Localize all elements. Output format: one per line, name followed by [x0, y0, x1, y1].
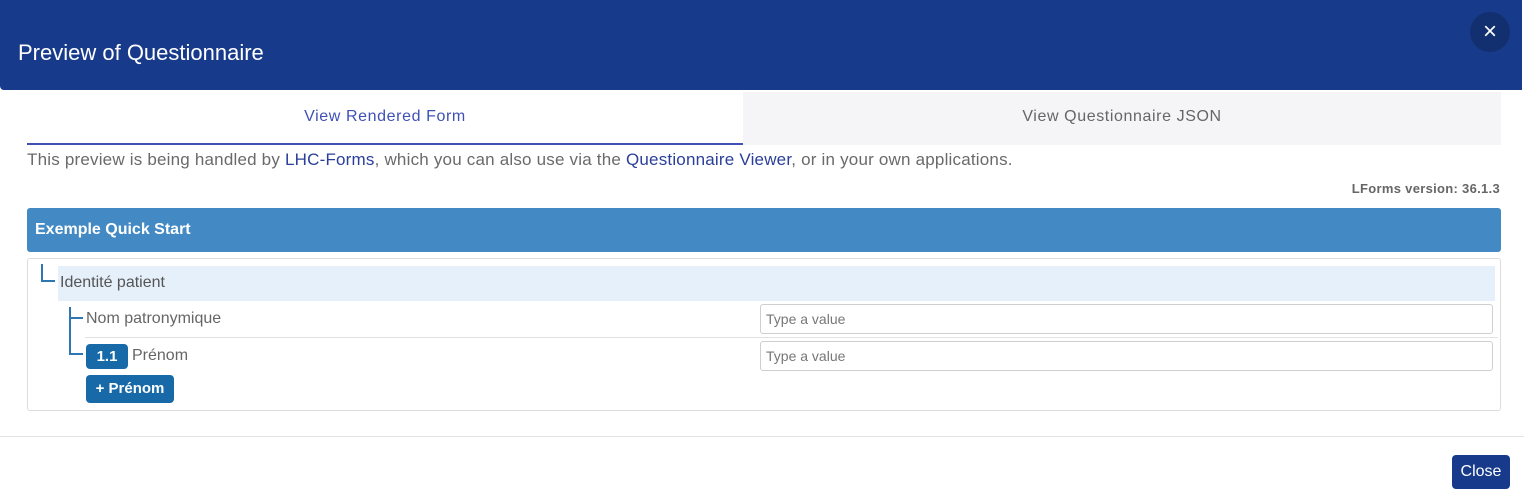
close-icon[interactable]: × — [1470, 12, 1510, 52]
dialog-header: Preview of Questionnaire × — [0, 0, 1522, 90]
tree-line-items-vertical — [69, 307, 71, 354]
group-label: Identité patient — [60, 274, 165, 291]
tree-line-item1-horizontal — [69, 317, 83, 319]
form-body: Identité patient Nom patronymique 1.1 Pr… — [27, 258, 1501, 411]
form-title: Exemple Quick Start — [35, 221, 191, 238]
prenom-input[interactable] — [760, 341, 1493, 371]
lhc-forms-link[interactable]: LHC-Forms — [285, 150, 375, 169]
lforms-version: LForms version: 36.1.3 — [1351, 181, 1500, 196]
form-title-bar: Exemple Quick Start — [27, 208, 1501, 252]
nom-patronymique-input[interactable] — [760, 304, 1493, 334]
tree-line-group-horizontal — [41, 280, 55, 282]
group-row-identite-patient — [58, 266, 1495, 301]
preview-info-text: This preview is being handled by LHC-For… — [27, 150, 1013, 170]
tab-view-rendered-form[interactable]: View Rendered Form — [27, 92, 743, 145]
info-middle: , which you can also use via the — [374, 150, 626, 169]
tree-line-item2-horizontal — [69, 353, 83, 355]
questionnaire-viewer-link[interactable]: Questionnaire Viewer — [626, 150, 791, 169]
add-prenom-button[interactable]: + Prénom — [86, 375, 174, 403]
info-suffix: , or in your own applications. — [791, 150, 1013, 169]
tab-bar: View Rendered Form View Questionnaire JS… — [27, 92, 1501, 145]
row-separator — [85, 337, 1498, 338]
footer-separator — [0, 436, 1524, 437]
item-number-badge: 1.1 — [86, 344, 128, 369]
item-label-nom-patronymique: Nom patronymique — [86, 310, 222, 327]
tab-view-questionnaire-json[interactable]: View Questionnaire JSON — [743, 92, 1501, 145]
dialog-title: Preview of Questionnaire — [18, 40, 264, 65]
item-label-prenom: Prénom — [132, 347, 189, 364]
close-button[interactable]: Close — [1452, 455, 1510, 489]
info-prefix: This preview is being handled by — [27, 150, 285, 169]
